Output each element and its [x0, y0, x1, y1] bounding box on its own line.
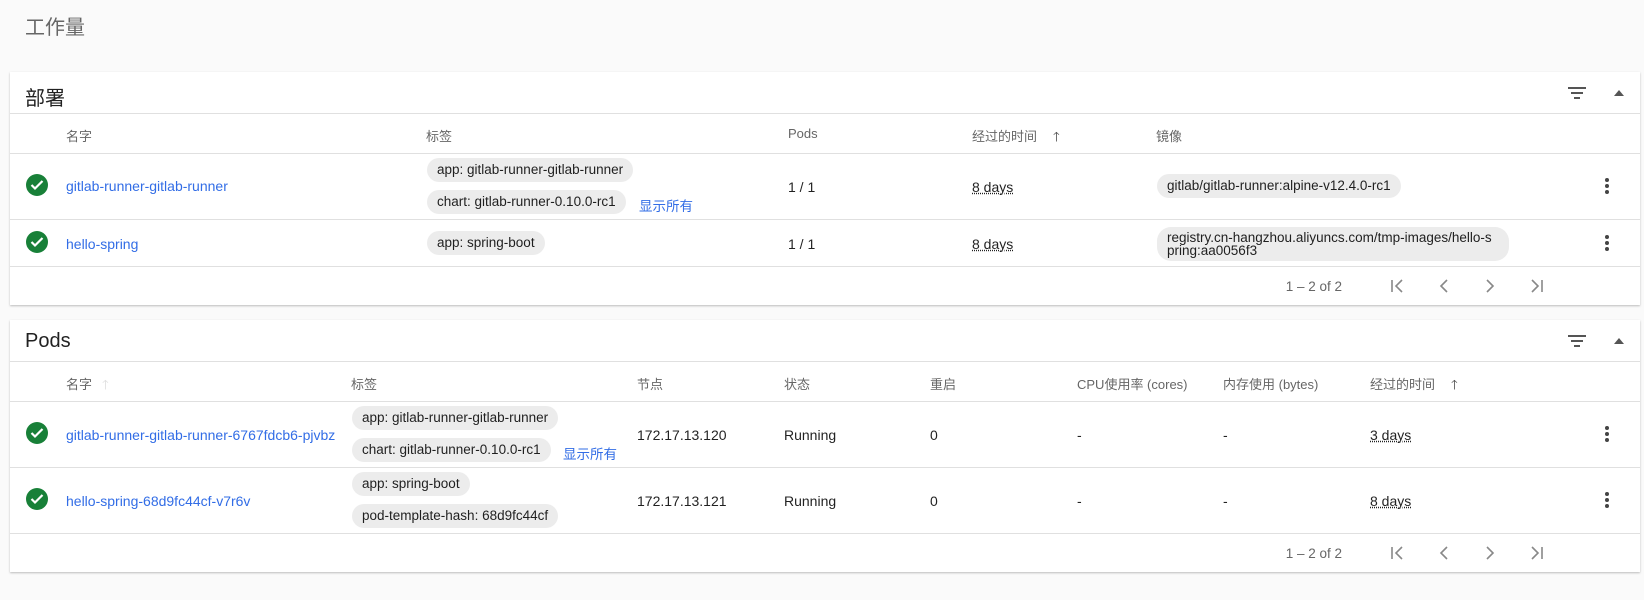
prev-page-icon[interactable]	[1434, 543, 1454, 563]
restarts-value: 0	[930, 427, 938, 443]
deployment-name-link[interactable]: gitlab-runner-gitlab-runner	[66, 178, 228, 194]
last-page-icon[interactable]	[1526, 276, 1546, 296]
check-circle-icon	[26, 488, 48, 510]
pods-pagination: 1 – 2 of 2	[10, 534, 1640, 572]
pods-title: Pods	[25, 330, 71, 352]
label-chip: app: spring-boot	[427, 231, 545, 255]
table-row: hello-spring-68d9fc44cf-v7r6v app: sprin…	[10, 468, 1640, 534]
more-vert-icon[interactable]	[1602, 176, 1612, 196]
arrow-up-icon: 🡑	[1053, 129, 1060, 144]
deployments-header: 部署	[10, 72, 1640, 114]
age-value[interactable]: 3 days	[1370, 427, 1411, 443]
age-value[interactable]: 8 days	[972, 179, 1013, 195]
next-page-icon[interactable]	[1480, 543, 1500, 563]
table-row: hello-spring app: spring-boot 1 / 1 8 da…	[10, 220, 1640, 267]
pagination-range: 1 – 2 of 2	[1285, 279, 1342, 294]
deployments-title: 部署	[25, 88, 65, 110]
cpu-value: -	[1077, 427, 1082, 443]
age-value[interactable]: 8 days	[1370, 493, 1411, 509]
col-images: 镜像	[1156, 129, 1183, 144]
node-value: 172.17.13.120	[637, 427, 727, 443]
label-chip: app: spring-boot	[352, 472, 470, 496]
col-age[interactable]: 经过的时间 🡑	[1370, 374, 1458, 398]
status-value: Running	[784, 427, 837, 443]
check-circle-icon	[26, 174, 48, 196]
status-value: Running	[784, 493, 837, 509]
memory-value: -	[1223, 427, 1228, 443]
chevron-up-icon[interactable]	[1606, 80, 1632, 106]
node-value: 172.17.13.121	[637, 493, 727, 509]
first-page-icon[interactable]	[1388, 543, 1408, 563]
table-row: gitlab-runner-gitlab-runner app: gitlab-…	[10, 154, 1640, 220]
deployments-card: 部署 名字 标签 Pods 经过的时间 🡑 镜像 gitlab-runner-gi…	[10, 72, 1640, 305]
col-cpu: CPU使用率 (cores)	[1077, 377, 1188, 392]
pods-count: 1 / 1	[788, 179, 816, 195]
deployments-table-header: 名字 标签 Pods 经过的时间 🡑 镜像	[10, 114, 1640, 154]
more-vert-icon[interactable]	[1602, 233, 1612, 253]
pods-count: 1 / 1	[788, 236, 816, 252]
chevron-up-icon[interactable]	[1606, 328, 1632, 354]
col-memory: 内存使用 (bytes)	[1223, 377, 1319, 392]
col-name[interactable]: 名字	[66, 126, 92, 145]
cpu-value: -	[1077, 493, 1082, 509]
col-labels: 标签	[426, 129, 453, 144]
deployments-pagination: 1 – 2 of 2	[10, 267, 1640, 305]
col-status: 状态	[784, 377, 811, 392]
label-chip: app: gitlab-runner-gitlab-runner	[427, 158, 634, 182]
col-name[interactable]: 名字 🡑	[66, 374, 109, 398]
col-restarts: 重启	[930, 377, 957, 392]
arrow-up-icon: 🡑	[1451, 377, 1458, 392]
label-chip: chart: gitlab-runner-0.10.0-rc1	[427, 190, 626, 214]
table-row: gitlab-runner-gitlab-runner-6767fdcb6-pj…	[10, 402, 1640, 468]
more-vert-icon[interactable]	[1602, 424, 1612, 444]
age-value[interactable]: 8 days	[972, 236, 1013, 252]
prev-page-icon[interactable]	[1434, 276, 1454, 296]
deployment-name-link[interactable]: hello-spring	[66, 236, 138, 252]
pagination-range: 1 – 2 of 2	[1285, 546, 1342, 561]
pods-table-header: 名字 🡑 标签 节点 状态 重启 CPU使用率 (cores) 内存使用 (byt…	[10, 362, 1640, 402]
check-circle-icon	[26, 422, 48, 444]
pods-card: Pods 名字 🡑 标签 节点 状态 重启 CPU使用率 (cores) 内存使用…	[10, 320, 1640, 572]
col-name-label: 名字	[66, 377, 93, 392]
first-page-icon[interactable]	[1388, 276, 1408, 296]
next-page-icon[interactable]	[1480, 276, 1500, 296]
col-labels: 标签	[351, 377, 378, 392]
pod-name-link[interactable]: hello-spring-68d9fc44cf-v7r6v	[66, 493, 250, 509]
more-vert-icon[interactable]	[1602, 490, 1612, 510]
last-page-icon[interactable]	[1526, 543, 1546, 563]
check-circle-icon	[26, 231, 48, 253]
filter-icon[interactable]	[1564, 80, 1590, 106]
col-age-label: 经过的时间	[972, 129, 1038, 144]
show-all-link[interactable]: 显示所有	[563, 443, 617, 463]
label-chip: chart: gitlab-runner-0.10.0-rc1	[352, 438, 551, 462]
col-node: 节点	[637, 377, 664, 392]
label-chip: app: gitlab-runner-gitlab-runner	[352, 406, 559, 430]
filter-icon[interactable]	[1564, 328, 1590, 354]
col-age-label: 经过的时间	[1370, 377, 1436, 392]
arrow-up-icon: 🡑	[102, 377, 109, 392]
page-title: 工作量	[25, 17, 85, 39]
col-age[interactable]: 经过的时间 🡑	[972, 126, 1060, 150]
image-chip: gitlab/gitlab-runner:alpine-v12.4.0-rc1	[1157, 174, 1401, 198]
label-chip: pod-template-hash: 68d9fc44cf	[352, 504, 559, 528]
restarts-value: 0	[930, 493, 938, 509]
image-chip: registry.cn-hangzhou.aliyuncs.com/tmp-im…	[1157, 227, 1509, 261]
col-pods: Pods	[788, 126, 818, 141]
show-all-link[interactable]: 显示所有	[639, 195, 693, 215]
pod-name-link[interactable]: gitlab-runner-gitlab-runner-6767fdcb6-pj…	[66, 427, 335, 443]
memory-value: -	[1223, 493, 1228, 509]
pods-header: Pods	[10, 320, 1640, 362]
